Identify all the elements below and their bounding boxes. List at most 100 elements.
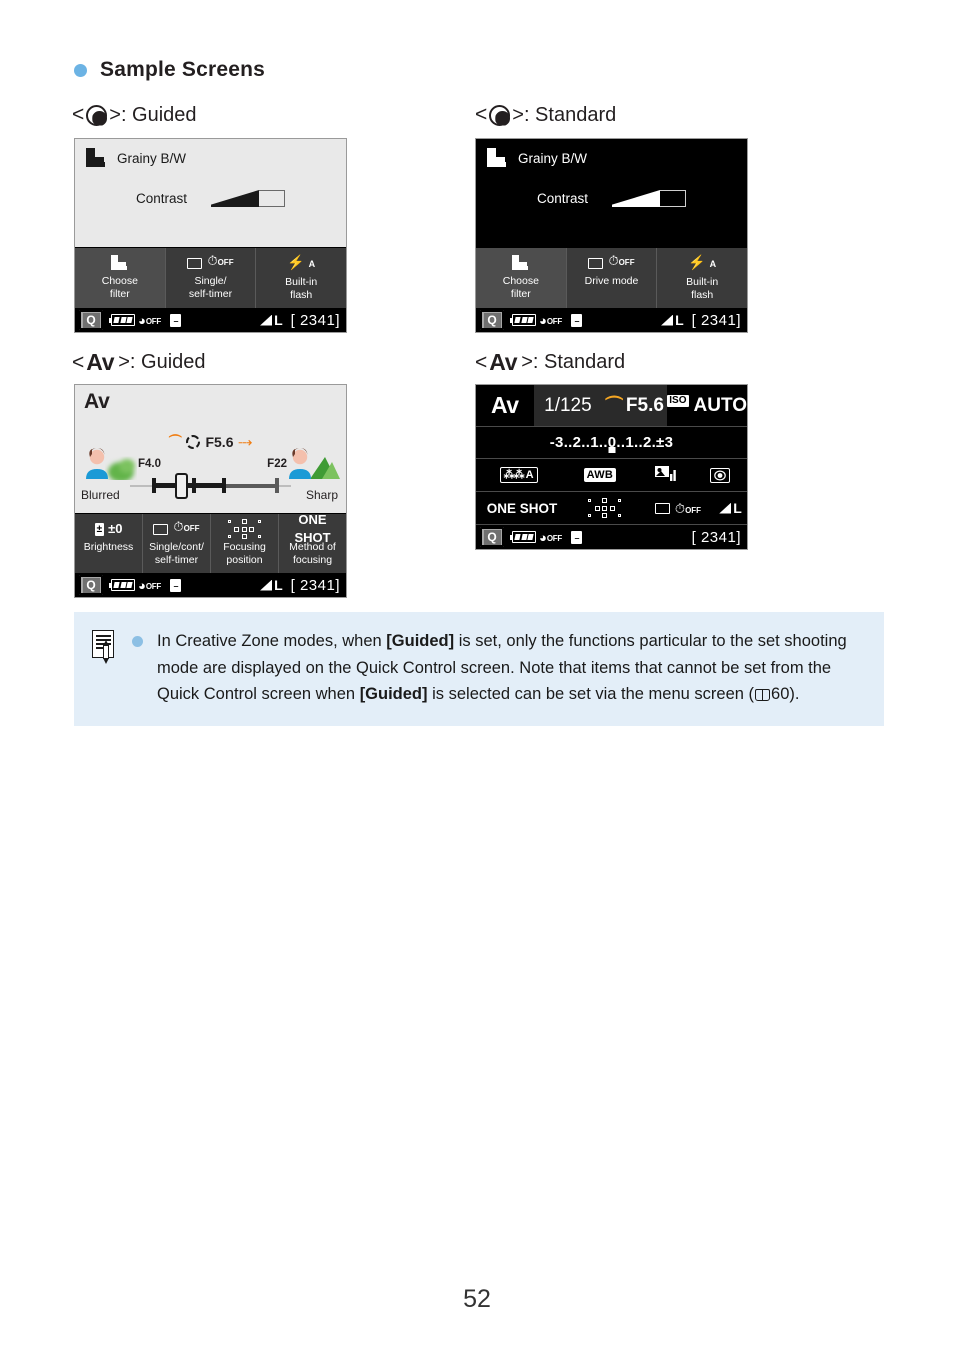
picture-settings-row: ⁂⁂ A AWB: [476, 459, 747, 492]
caption-guided-filter: < >: Guided: [72, 103, 197, 127]
blurred-background-icon: [81, 446, 137, 482]
exposure-index-mark: [608, 447, 615, 453]
contrast-slider[interactable]: [211, 190, 286, 207]
qc-label-line1: Method of: [289, 541, 336, 553]
shooting-mode-label: Av: [491, 392, 519, 418]
built-in-flash-icon: ⚡ A: [287, 254, 316, 270]
aperture-value-field[interactable]: ⏜ F5.6: [602, 385, 668, 426]
iso-field[interactable]: ISO AUTO: [667, 385, 747, 426]
aperture-value: F5.6: [205, 434, 234, 450]
qc-label-line2: self-timer: [154, 553, 199, 566]
quick-control-button[interactable]: Q: [79, 575, 103, 595]
shutter-speed-value[interactable]: 1/125: [533, 385, 603, 426]
status-bar: Q ◕ OFF ₋ [ 2341]: [476, 525, 747, 549]
contrast-row[interactable]: Contrast: [75, 190, 346, 207]
sharp-background-icon: [284, 446, 340, 480]
slider-tick-mid2: [222, 478, 226, 493]
contrast-row[interactable]: Contrast: [476, 190, 747, 207]
screen-av-guided: Av Blurred Sharp ⏜ F5.6 ⤏ F4.0 F22 ± ±0 …: [74, 384, 347, 598]
filter-title-row: Grainy B/W: [476, 139, 747, 168]
contrast-slider[interactable]: [612, 190, 687, 207]
angle-open: <: [72, 103, 85, 126]
image-quality-icon: L: [661, 312, 684, 328]
caption-text: >: Guided: [109, 103, 197, 126]
image-quality-item[interactable]: L: [714, 500, 747, 516]
white-balance-icon: AWB: [583, 468, 617, 482]
wifi-off-icon: ◕ OFF: [539, 529, 562, 545]
af-operation-value: ONE SHOT: [294, 512, 331, 545]
metering-mode-icon: [709, 467, 730, 483]
qc-label-line2: flash: [691, 288, 714, 301]
note-seg-4: [Guided]: [359, 685, 428, 703]
iso-label: ISO: [667, 394, 689, 407]
left-caret-icon: ⏜: [168, 434, 182, 449]
qc-item-drive-mode[interactable]: ⏱ OFF Single/ self-timer: [166, 248, 257, 308]
qc-label-line1: Single/: [194, 275, 227, 287]
note-page-ref[interactable]: 60: [771, 685, 789, 703]
af-point-grid-icon: [587, 498, 623, 519]
qc-label-line2: filter: [109, 287, 130, 300]
status-bar: Q ◕ OFF ₋ L [ 2341]: [75, 573, 346, 597]
wifi-off-icon: ◕ OFF: [138, 577, 161, 593]
image-quality-icon: L: [719, 500, 742, 516]
af-area-item[interactable]: [568, 498, 642, 519]
angle-open: <: [475, 350, 488, 374]
quick-control-button[interactable]: Q: [79, 310, 103, 330]
exposure-level-scale[interactable]: -3..2..1..0..1..2.±3: [476, 427, 747, 459]
quick-control-button[interactable]: Q: [480, 310, 504, 330]
qc-item-built-in-flash[interactable]: ⚡ A Built-in flash: [256, 248, 346, 308]
display-level-dial-icon: [489, 104, 511, 126]
note-seg-5: is selected can be set via the menu scre…: [427, 685, 755, 703]
drive-mode-item[interactable]: ⏱ OFF: [642, 502, 714, 515]
shots-remaining: [ 2341]: [290, 576, 340, 594]
wifi-off-icon: ◕ OFF: [138, 312, 161, 328]
slider-tick-mid: [192, 478, 196, 493]
aperture-slider[interactable]: F4.0 F22: [130, 458, 291, 499]
qc-item-focusing-position[interactable]: Focusing position: [211, 514, 279, 573]
shots-remaining: [ 2341]: [290, 311, 340, 329]
screen-filter-guided: Grainy B/W Contrast Choose filter ⏱ OFF …: [74, 138, 347, 333]
screen-filter-standard: Grainy B/W Contrast Choose filter ⏱ OFF …: [475, 138, 748, 333]
qc-label-line1: Choose: [101, 275, 138, 287]
screen-av-standard: Av 1/125 ⏜ F5.6 ISO AUTO -3..2..1..0..1.…: [475, 384, 748, 550]
main-dial-icon: [186, 435, 201, 449]
image-quality-icon: L: [260, 577, 283, 593]
bluetooth-icon: ₋: [170, 313, 182, 327]
wifi-off-icon: ◕ OFF: [539, 312, 562, 328]
angle-open: <: [72, 350, 85, 374]
qc-item-choose-filter[interactable]: Choose filter: [476, 248, 567, 308]
shots-remaining: [ 2341]: [691, 528, 741, 546]
auto-lighting-optimizer-item[interactable]: [639, 465, 693, 486]
caption-text: >: Guided: [118, 351, 206, 373]
quick-control-button[interactable]: Q: [480, 527, 504, 547]
qc-item-drive-mode[interactable]: ⏱ OFF Drive mode: [567, 248, 658, 308]
manual-page-icon: [755, 689, 771, 701]
caption-text: >: Standard: [521, 351, 626, 373]
status-bar: Q ◕ OFF ₋ L [ 2341]: [75, 308, 346, 332]
qc-item-brightness[interactable]: ± ±0 Brightness: [75, 514, 143, 573]
caption-standard-av: < Av >: Standard: [475, 349, 625, 376]
qc-item-drive-mode[interactable]: ⏱ OFF Single/cont/ self-timer: [143, 514, 211, 573]
section-heading: Sample Screens: [74, 58, 265, 82]
qc-item-choose-filter[interactable]: Choose filter: [75, 248, 166, 308]
qc-item-built-in-flash[interactable]: ⚡ A Built-in flash: [657, 248, 747, 308]
contrast-label: Contrast: [135, 191, 188, 206]
status-bar: Q ◕ OFF ₋ L [ 2341]: [476, 308, 747, 332]
note-callout: In Creative Zone modes, when [Guided] is…: [74, 612, 884, 726]
slider-active-range: [152, 483, 226, 488]
drive-mode-icon: ⏱ OFF: [153, 520, 200, 538]
metering-mode-item[interactable]: [693, 467, 747, 483]
qc-item-af-method[interactable]: ONE SHOT Method of focusing: [279, 512, 346, 573]
white-balance-item[interactable]: AWB: [561, 468, 638, 482]
qc-label-line1: Single/cont/: [149, 541, 204, 553]
picture-style-item[interactable]: ⁂⁂ A: [476, 467, 561, 483]
bluetooth-icon: ₋: [571, 313, 583, 327]
aperture-min-label: F4.0: [138, 458, 162, 470]
slider-knob[interactable]: [175, 473, 188, 499]
af-point-grid-icon: [213, 519, 276, 539]
drive-mode-icon: ⏱ OFF: [187, 254, 234, 272]
battery-icon: [510, 531, 536, 543]
af-operation-item[interactable]: ONE SHOT: [476, 501, 568, 516]
qc-label-line1: Choose: [502, 275, 539, 287]
note-seg-2: [Guided]: [386, 632, 455, 650]
